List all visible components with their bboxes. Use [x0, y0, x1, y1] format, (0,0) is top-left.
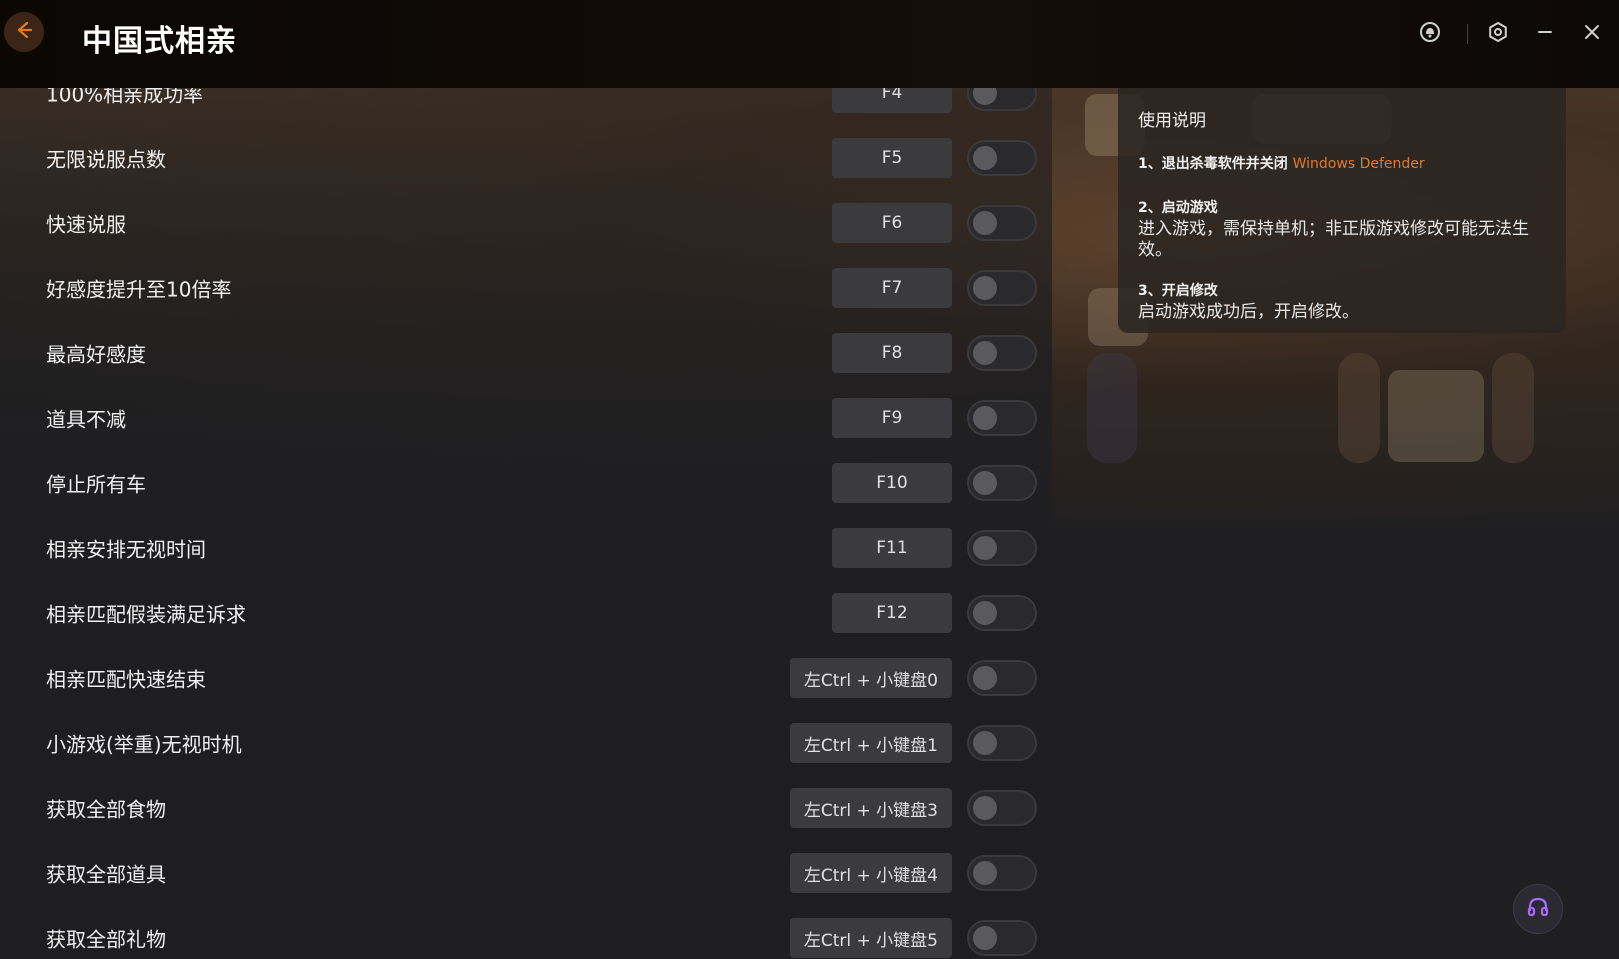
headset-icon	[1526, 895, 1550, 923]
feature-toggle[interactable]	[967, 270, 1037, 306]
windows-defender-link[interactable]: Windows Defender	[1293, 156, 1425, 172]
divider	[1467, 24, 1468, 44]
art-character-female	[1492, 353, 1534, 463]
hotkey-button[interactable]: F8	[832, 333, 952, 373]
instruction-step-1: 1、退出杀毒软件并关闭 Windows Defender	[1138, 153, 1546, 173]
notify-button[interactable]	[1410, 14, 1450, 54]
feature-row: 获取全部道具 左Ctrl + 小键盘4	[0, 843, 1052, 903]
art-character-left	[1087, 353, 1137, 463]
feature-label: 相亲匹配假装满足诉求	[46, 602, 246, 627]
feature-toggle[interactable]	[967, 855, 1037, 891]
gear-icon	[1487, 21, 1509, 47]
feature-label: 小游戏(举重)无视时机	[46, 732, 242, 757]
feature-label: 停止所有车	[46, 472, 146, 497]
toggle-knob	[973, 926, 997, 950]
feature-toggle[interactable]	[967, 140, 1037, 176]
feature-panel: 100%相亲成功率 F4 无限说服点数 F5 快速说服 F6 好感度提升至10倍…	[0, 73, 1052, 959]
feature-row: 相亲匹配快速结束 左Ctrl + 小键盘0	[0, 648, 1052, 708]
feature-label: 相亲匹配快速结束	[46, 667, 206, 692]
hotkey-button[interactable]: 左Ctrl + 小键盘3	[789, 788, 952, 828]
feature-toggle[interactable]	[967, 205, 1037, 241]
arrow-left-icon	[13, 19, 35, 45]
feature-label: 快速说服	[46, 212, 126, 237]
window-controls	[1410, 14, 1619, 54]
hotkey-button[interactable]: 左Ctrl + 小键盘1	[789, 723, 952, 763]
toggle-knob	[973, 471, 997, 495]
toggle-knob	[973, 146, 997, 170]
feature-row: 最高好感度 F8	[0, 323, 1052, 383]
hotkey-button[interactable]: F10	[832, 463, 952, 503]
feature-toggle[interactable]	[967, 400, 1037, 436]
step-1-text: 1、退出杀毒软件并关闭	[1138, 156, 1288, 172]
feature-toggle[interactable]	[967, 790, 1037, 826]
hotkey-button[interactable]: F5	[832, 138, 952, 178]
toggle-knob	[973, 406, 997, 430]
hotkey-button[interactable]: F11	[832, 528, 952, 568]
toggle-knob	[973, 601, 997, 625]
feature-row: 快速说服 F6	[0, 193, 1052, 253]
toggle-knob	[973, 731, 997, 755]
hotkey-button[interactable]: F9	[832, 398, 952, 438]
instruction-step-2-body: 进入游戏，需保持单机；非正版游戏修改可能无法生效。	[1138, 219, 1529, 261]
feature-row: 获取全部食物 左Ctrl + 小键盘3	[0, 778, 1052, 838]
instructions-card: 使用说明 1、退出杀毒软件并关闭 Windows Defender 2、启动游戏…	[1118, 88, 1566, 333]
toggle-knob	[973, 536, 997, 560]
feature-toggle[interactable]	[967, 920, 1037, 956]
toggle-knob	[973, 341, 997, 365]
feature-label: 获取全部礼物	[46, 927, 166, 952]
instruction-step-3-title: 3、开启修改	[1138, 282, 1218, 299]
hotkey-button[interactable]: F6	[832, 203, 952, 243]
art-character-male	[1338, 353, 1380, 463]
bell-icon	[1419, 21, 1441, 47]
toggle-knob	[973, 276, 997, 300]
art-table	[1388, 370, 1484, 462]
close-icon	[1583, 23, 1601, 45]
feature-label: 获取全部食物	[46, 797, 166, 822]
toggle-knob	[973, 796, 997, 820]
feature-toggle[interactable]	[967, 595, 1037, 631]
title-bar: 中国式相亲	[0, 0, 1619, 88]
app-title: 中国式相亲	[82, 24, 237, 59]
minimize-icon	[1536, 23, 1554, 45]
close-button[interactable]	[1572, 14, 1612, 54]
feature-toggle[interactable]	[967, 335, 1037, 371]
feature-row: 获取全部礼物 左Ctrl + 小键盘5	[0, 908, 1052, 959]
feature-label: 道具不减	[46, 407, 126, 432]
feature-row: 相亲安排无视时间 F11	[0, 518, 1052, 578]
feature-toggle[interactable]	[967, 660, 1037, 696]
toggle-knob	[973, 666, 997, 690]
feature-row: 无限说服点数 F5	[0, 128, 1052, 188]
hotkey-button[interactable]: F12	[832, 593, 952, 633]
support-button[interactable]	[1513, 884, 1563, 934]
feature-row: 停止所有车 F10	[0, 453, 1052, 513]
hotkey-button[interactable]: 左Ctrl + 小键盘5	[789, 918, 952, 958]
feature-label: 无限说服点数	[46, 147, 166, 172]
feature-toggle[interactable]	[967, 725, 1037, 761]
minimize-button[interactable]	[1525, 14, 1565, 54]
feature-toggle[interactable]	[967, 465, 1037, 501]
feature-label: 相亲安排无视时间	[46, 537, 206, 562]
instruction-step-3-body: 启动游戏成功后，开启修改。	[1138, 301, 1359, 322]
feature-label: 获取全部道具	[46, 862, 166, 887]
feature-label: 好感度提升至10倍率	[46, 277, 232, 302]
instruction-step-2-title: 2、启动游戏	[1138, 200, 1218, 216]
feature-label: 最高好感度	[46, 342, 146, 367]
feature-toggle[interactable]	[967, 530, 1037, 566]
toggle-knob	[973, 211, 997, 235]
hotkey-button[interactable]: 左Ctrl + 小键盘4	[789, 853, 952, 893]
toggle-knob	[973, 861, 997, 885]
back-button[interactable]	[4, 12, 44, 52]
hotkey-button[interactable]: F7	[832, 268, 952, 308]
feature-row: 小游戏(举重)无视时机 左Ctrl + 小键盘1	[0, 713, 1052, 773]
feature-row: 相亲匹配假装满足诉求 F12	[0, 583, 1052, 643]
feature-row: 好感度提升至10倍率 F7	[0, 258, 1052, 318]
instructions-title: 使用说明	[1138, 111, 1206, 131]
settings-button[interactable]	[1478, 14, 1518, 54]
hotkey-button[interactable]: 左Ctrl + 小键盘0	[789, 658, 952, 698]
feature-row: 道具不减 F9	[0, 388, 1052, 448]
